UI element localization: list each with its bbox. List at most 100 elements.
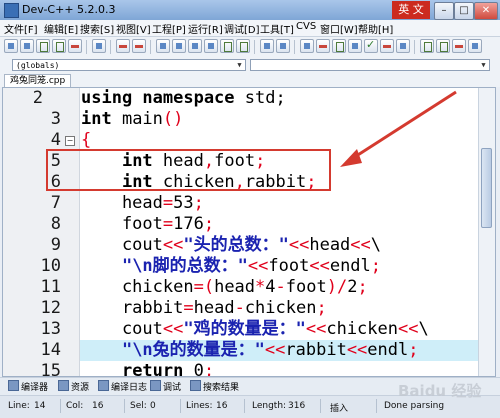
member-select[interactable]: ▼ <box>250 59 490 71</box>
status-length-value: 316 <box>288 401 306 411</box>
menu-edit[interactable]: 编辑[E] <box>44 21 78 36</box>
menu-debug[interactable]: 调试[D] <box>224 21 260 36</box>
toolbar-separator <box>150 40 151 54</box>
rebuild-icon[interactable] <box>348 39 362 53</box>
status-separator <box>124 399 125 413</box>
menu-tools[interactable]: 工具[T] <box>260 21 294 36</box>
tab-compiler[interactable]: 编译器 <box>8 380 48 394</box>
tab-resources[interactable]: 资源 <box>58 380 89 394</box>
goto-bookmark-icon[interactable] <box>276 39 290 53</box>
maximize-button[interactable]: □ <box>454 2 474 20</box>
code-editor[interactable]: 2 using namespace std; 3 int main() 4 − … <box>2 87 496 377</box>
menu-view[interactable]: 视图[V] <box>116 21 151 36</box>
tab-compile-log[interactable]: 编译日志 <box>98 380 147 394</box>
redo-icon[interactable] <box>132 39 146 53</box>
code-text: using namespace std; <box>81 88 286 108</box>
status-separator <box>320 399 321 413</box>
compile-log-icon <box>98 380 109 391</box>
menu-search[interactable]: 搜索[S] <box>80 21 114 36</box>
run-icon[interactable] <box>316 39 330 53</box>
new-project-icon[interactable] <box>420 39 434 53</box>
scope-select[interactable]: (globals) ▼ <box>12 59 246 71</box>
menu-help[interactable]: 帮助[H] <box>358 21 393 36</box>
compiler-icon <box>8 380 19 391</box>
vertical-scrollbar[interactable] <box>478 88 495 376</box>
status-col-label: Col: <box>66 401 84 411</box>
menu-file[interactable]: 文件[F] <box>4 21 38 36</box>
code-line: 7 head=53; <box>3 193 479 214</box>
add-to-project-icon[interactable] <box>436 39 450 53</box>
current-code-line: 14 "\n兔的数量是："<<rabbit<<endl; <box>3 340 479 361</box>
code-text: int main() <box>81 109 184 129</box>
compile-run-icon[interactable] <box>332 39 346 53</box>
code-line: 4 − { <box>3 130 479 151</box>
line-number: 9 <box>50 235 61 255</box>
menu-cvs[interactable]: CVS <box>296 21 316 32</box>
code-line: 9 cout<<"头的总数："<<head<<\ <box>3 235 479 256</box>
code-line: 2 using namespace std; <box>3 88 479 109</box>
title-bar: Dev-C++ 5.2.0.3 英 文 – □ ✕ <box>0 0 500 21</box>
new-file-icon[interactable] <box>4 39 18 53</box>
code-line: 15 return 0; <box>3 361 479 377</box>
save-all-icon[interactable] <box>52 39 66 53</box>
scope-select-value: (globals) <box>16 61 60 70</box>
open-file-icon[interactable] <box>20 39 34 53</box>
search-results-icon <box>190 380 201 391</box>
menu-run[interactable]: 运行[R] <box>188 21 223 36</box>
goto-line-icon[interactable] <box>204 39 218 53</box>
tab-debug[interactable]: 调试 <box>150 380 181 394</box>
toolbar-separator <box>86 40 87 54</box>
code-line: 13 cout<<"鸡的数量是："<<chicken<<\ <box>3 319 479 340</box>
scrollbar-thumb[interactable] <box>481 148 492 228</box>
code-line: 11 chicken=(head*4-foot)/2; <box>3 277 479 298</box>
chart-icon[interactable] <box>380 39 394 53</box>
tab-file[interactable]: 鸡兔同笼.cpp <box>4 74 72 87</box>
status-parser-state: Done parsing <box>384 401 445 411</box>
status-sel-label: Sel: <box>130 401 147 411</box>
menu-project[interactable]: 工程[P] <box>152 21 186 36</box>
print-icon[interactable] <box>92 39 106 53</box>
close-file-icon[interactable] <box>68 39 82 53</box>
syntax-check-icon[interactable] <box>364 38 378 53</box>
ime-indicator[interactable]: 英 文 <box>392 1 430 19</box>
unindent-icon[interactable] <box>236 39 250 53</box>
debug-check-icon <box>150 380 161 391</box>
code-text: "\n脚的总数："<<foot<<endl; <box>121 256 382 276</box>
chevron-down-icon: ▼ <box>481 61 486 69</box>
line-number: 15 <box>40 361 61 377</box>
status-insert-mode: 插入 <box>330 404 349 414</box>
editor-tabs: 鸡兔同笼.cpp <box>0 73 500 87</box>
code-text: "\n兔的数量是："<<rabbit<<endl; <box>121 340 419 360</box>
watermark: Baidu 经验 <box>398 382 482 400</box>
fold-toggle-icon[interactable]: − <box>65 136 75 146</box>
toolbar-separator <box>414 40 415 54</box>
find-icon[interactable] <box>156 39 170 53</box>
line-number: 7 <box>50 193 61 213</box>
debug-icon[interactable] <box>396 39 410 53</box>
toolbar-separator <box>110 40 111 54</box>
status-length-label: Length: <box>252 401 287 411</box>
close-button[interactable]: ✕ <box>474 2 498 20</box>
undo-icon[interactable] <box>116 39 130 53</box>
minimize-button[interactable]: – <box>434 2 454 20</box>
menu-window[interactable]: 窗口[W] <box>320 21 358 36</box>
replace-icon[interactable] <box>188 39 202 53</box>
save-icon[interactable] <box>36 39 50 53</box>
line-number: 13 <box>40 319 61 339</box>
find-next-icon[interactable] <box>172 39 186 53</box>
status-lines-value: 16 <box>216 401 228 411</box>
code-text: foot=176; <box>81 214 215 234</box>
remove-from-project-icon[interactable] <box>452 39 466 53</box>
toggle-bookmark-icon[interactable] <box>260 39 274 53</box>
class-browser-bar: (globals) ▼ ▼ <box>0 57 500 74</box>
line-number: 12 <box>40 298 61 318</box>
compile-icon[interactable] <box>300 39 314 53</box>
line-number: 8 <box>50 214 61 234</box>
toolbar-separator <box>254 40 255 54</box>
code-text: chicken=(head*4-foot)/2; <box>81 277 368 297</box>
line-number: 10 <box>40 256 61 276</box>
code-text: head=53; <box>81 193 204 213</box>
project-options-icon[interactable] <box>468 39 482 53</box>
tab-search-results[interactable]: 搜索结果 <box>190 380 239 394</box>
indent-icon[interactable] <box>220 39 234 53</box>
